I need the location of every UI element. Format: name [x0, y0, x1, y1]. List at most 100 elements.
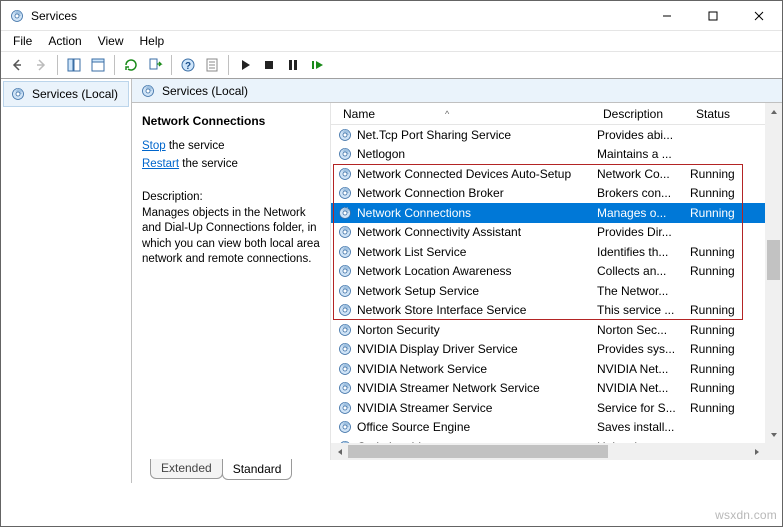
service-rows: Net.Tcp Port Sharing ServiceProvides abi… [331, 125, 782, 460]
gear-icon [337, 263, 353, 279]
service-status: Running [690, 401, 746, 415]
service-row[interactable]: NVIDIA Display Driver ServiceProvides sy… [331, 340, 782, 360]
forward-button[interactable] [29, 53, 53, 77]
service-status: Running [690, 381, 746, 395]
service-row[interactable]: Network Connection BrokerBrokers con...R… [331, 184, 782, 204]
restart-service-button[interactable] [305, 53, 329, 77]
maximize-button[interactable] [690, 1, 736, 31]
body-area: Services (Local) Services (Local) Networ… [1, 79, 782, 483]
service-description: Provides sys... [597, 342, 690, 356]
service-description: NVIDIA Net... [597, 381, 690, 395]
service-description: Provides Dir... [597, 225, 690, 239]
service-name: Netlogon [357, 147, 597, 161]
close-button[interactable] [736, 1, 782, 31]
refresh-button[interactable] [119, 53, 143, 77]
menu-view[interactable]: View [90, 32, 132, 50]
gear-icon [337, 244, 353, 260]
service-row[interactable]: Network Location AwarenessCollects an...… [331, 262, 782, 282]
scroll-right-button[interactable] [748, 443, 765, 460]
properties-button[interactable] [200, 53, 224, 77]
service-row[interactable]: Network ConnectionsManages o...Running [331, 203, 782, 223]
service-name: Net.Tcp Port Sharing Service [357, 128, 597, 142]
vertical-scrollbar[interactable] [765, 103, 782, 443]
scroll-down-button[interactable] [765, 426, 782, 443]
gear-icon [337, 400, 353, 416]
stop-suffix: the service [166, 140, 225, 152]
col-name-label: Name [343, 107, 375, 121]
help-button[interactable]: ? [176, 53, 200, 77]
stop-service-button[interactable] [257, 53, 281, 77]
gear-icon [337, 283, 353, 299]
back-button[interactable] [5, 53, 29, 77]
detail-header-title: Services (Local) [162, 84, 248, 98]
service-status: Running [690, 264, 746, 278]
service-row[interactable]: NVIDIA Streamer Network ServiceNVIDIA Ne… [331, 379, 782, 399]
service-name: Network Connection Broker [357, 186, 597, 200]
service-name: NVIDIA Streamer Network Service [357, 381, 597, 395]
service-row[interactable]: Norton SecurityNorton Sec...Running [331, 320, 782, 340]
minimize-button[interactable] [644, 1, 690, 31]
service-description: This service ... [597, 303, 690, 317]
show-hide-tree-button[interactable] [62, 53, 86, 77]
tab-extended[interactable]: Extended [150, 459, 223, 479]
column-header-status[interactable]: Status [690, 107, 746, 121]
scroll-track[interactable] [765, 120, 782, 426]
tab-standard[interactable]: Standard [222, 459, 293, 480]
gear-icon [337, 205, 353, 221]
service-row[interactable]: Office Source EngineSaves install... [331, 418, 782, 438]
service-name: Office Source Engine [357, 420, 597, 434]
service-row[interactable]: Network List ServiceIdentifies th...Runn… [331, 242, 782, 262]
toolbar: ? [1, 51, 782, 79]
service-row[interactable]: Network Connected Devices Auto-SetupNetw… [331, 164, 782, 184]
service-description: Service for S... [597, 401, 690, 415]
scroll-left-button[interactable] [331, 443, 348, 460]
service-row[interactable]: NVIDIA Streamer ServiceService for S...R… [331, 398, 782, 418]
tree-item-services-local[interactable]: Services (Local) [3, 81, 129, 107]
service-list: Name ^ Description Status Net.Tcp Port S… [330, 103, 782, 460]
export-list-button[interactable] [143, 53, 167, 77]
gear-icon [337, 185, 353, 201]
service-name: Norton Security [357, 323, 597, 337]
stop-service-link[interactable]: Stop [142, 140, 166, 152]
scroll-track-h[interactable] [348, 443, 748, 460]
start-service-button[interactable] [233, 53, 257, 77]
detail-pane: Services (Local) Network Connections Sto… [132, 79, 782, 483]
service-status: Running [690, 167, 746, 181]
menu-file[interactable]: File [5, 32, 40, 50]
service-description: The Networ... [597, 284, 690, 298]
description-label: Description: [142, 190, 322, 206]
gear-icon [140, 83, 156, 99]
service-row[interactable]: Net.Tcp Port Sharing ServiceProvides abi… [331, 125, 782, 145]
scroll-thumb[interactable] [767, 240, 780, 280]
restart-service-link[interactable]: Restart [142, 158, 179, 170]
service-status: Running [690, 206, 746, 220]
scroll-thumb-h[interactable] [348, 445, 608, 458]
service-name: Network Store Interface Service [357, 303, 597, 317]
service-description: Saves install... [597, 420, 690, 434]
horizontal-scrollbar[interactable] [331, 443, 782, 460]
service-row[interactable]: Network Setup ServiceThe Networ... [331, 281, 782, 301]
scroll-up-button[interactable] [765, 103, 782, 120]
service-row[interactable]: Network Connectivity AssistantProvides D… [331, 223, 782, 243]
scroll-corner [765, 443, 782, 460]
selected-service-title: Network Connections [142, 113, 322, 139]
service-name: Network Connectivity Assistant [357, 225, 597, 239]
service-description: Network Co... [597, 167, 690, 181]
service-row[interactable]: Network Store Interface ServiceThis serv… [331, 301, 782, 321]
service-name: Network Connected Devices Auto-Setup [357, 167, 597, 181]
gear-icon [337, 146, 353, 162]
watermark: wsxdn.com [715, 508, 777, 522]
window-title: Services [31, 9, 77, 23]
service-row[interactable]: NVIDIA Network ServiceNVIDIA Net...Runni… [331, 359, 782, 379]
pause-service-button[interactable] [281, 53, 305, 77]
column-header-description[interactable]: Description [597, 107, 690, 121]
service-status: Running [690, 245, 746, 259]
app-icon [9, 8, 25, 24]
menu-help[interactable]: Help [132, 32, 173, 50]
column-header-name[interactable]: Name ^ [337, 107, 597, 121]
menu-action[interactable]: Action [40, 32, 89, 50]
properties-window-button[interactable] [86, 53, 110, 77]
gear-icon [10, 86, 26, 102]
service-row[interactable]: NetlogonMaintains a ... [331, 145, 782, 165]
service-description-panel: Network Connections Stop the service Res… [132, 103, 330, 460]
